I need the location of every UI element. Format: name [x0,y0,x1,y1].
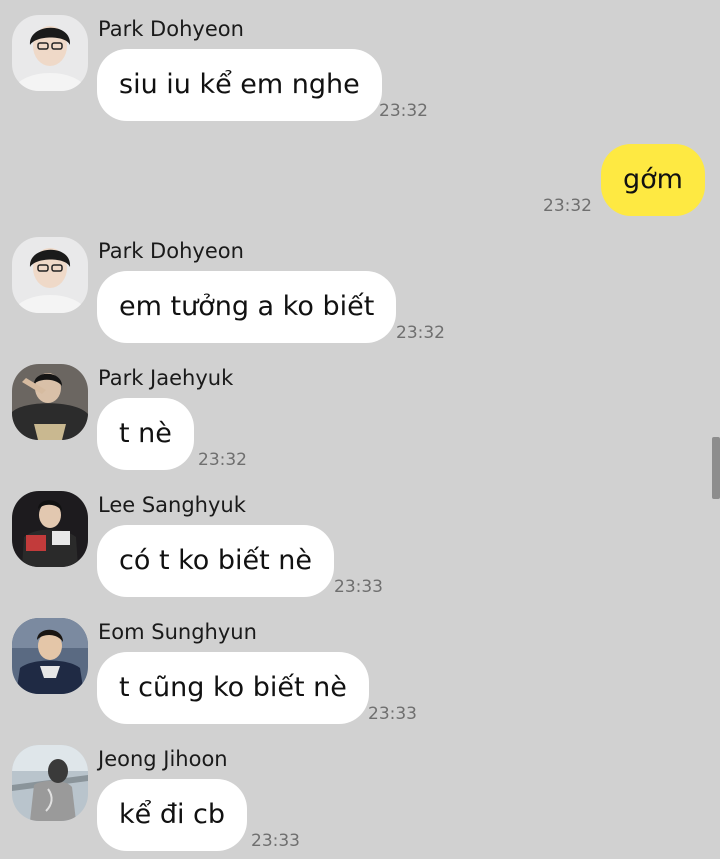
message-time: 23:33 [251,831,300,851]
message-time: 23:32 [396,323,445,343]
avatar[interactable] [12,364,88,440]
avatar[interactable] [12,15,88,91]
message-bubble[interactable]: siu iu kể em nghe [97,49,382,121]
sender-name: Eom Sunghyun [98,620,257,644]
message-time: 23:32 [379,101,428,121]
message-time: 23:33 [334,577,383,597]
sender-name: Park Dohyeon [98,17,244,41]
scrollbar[interactable] [712,437,720,499]
avatar-photo-icon [12,15,88,91]
avatar-photo-icon [12,364,88,440]
message-bubble[interactable]: em tưởng a ko biết [97,271,397,343]
sender-name: Park Jaehyuk [98,366,234,390]
avatar-photo-icon [12,491,88,567]
avatar[interactable] [12,618,88,694]
message-bubble[interactable]: gớm [601,144,705,216]
avatar[interactable] [12,745,88,821]
message-bubble[interactable]: có t ko biết nè [97,525,335,597]
message-bubble[interactable]: t cũng ko biết nè [97,652,369,724]
message-time: 23:32 [198,450,247,470]
message-time: 23:33 [368,704,417,724]
sender-name: Jeong Jihoon [98,747,228,771]
message-bubble[interactable]: t nè [97,398,194,470]
message-time: 23:32 [543,196,592,216]
avatar-photo-icon [12,618,88,694]
sender-name: Park Dohyeon [98,239,244,263]
sender-name: Lee Sanghyuk [98,493,246,517]
avatar[interactable] [12,237,88,313]
avatar-photo-icon [12,745,88,821]
avatar-photo-icon [12,237,88,313]
avatar[interactable] [12,491,88,567]
message-bubble[interactable]: kể đi cb [97,779,248,851]
